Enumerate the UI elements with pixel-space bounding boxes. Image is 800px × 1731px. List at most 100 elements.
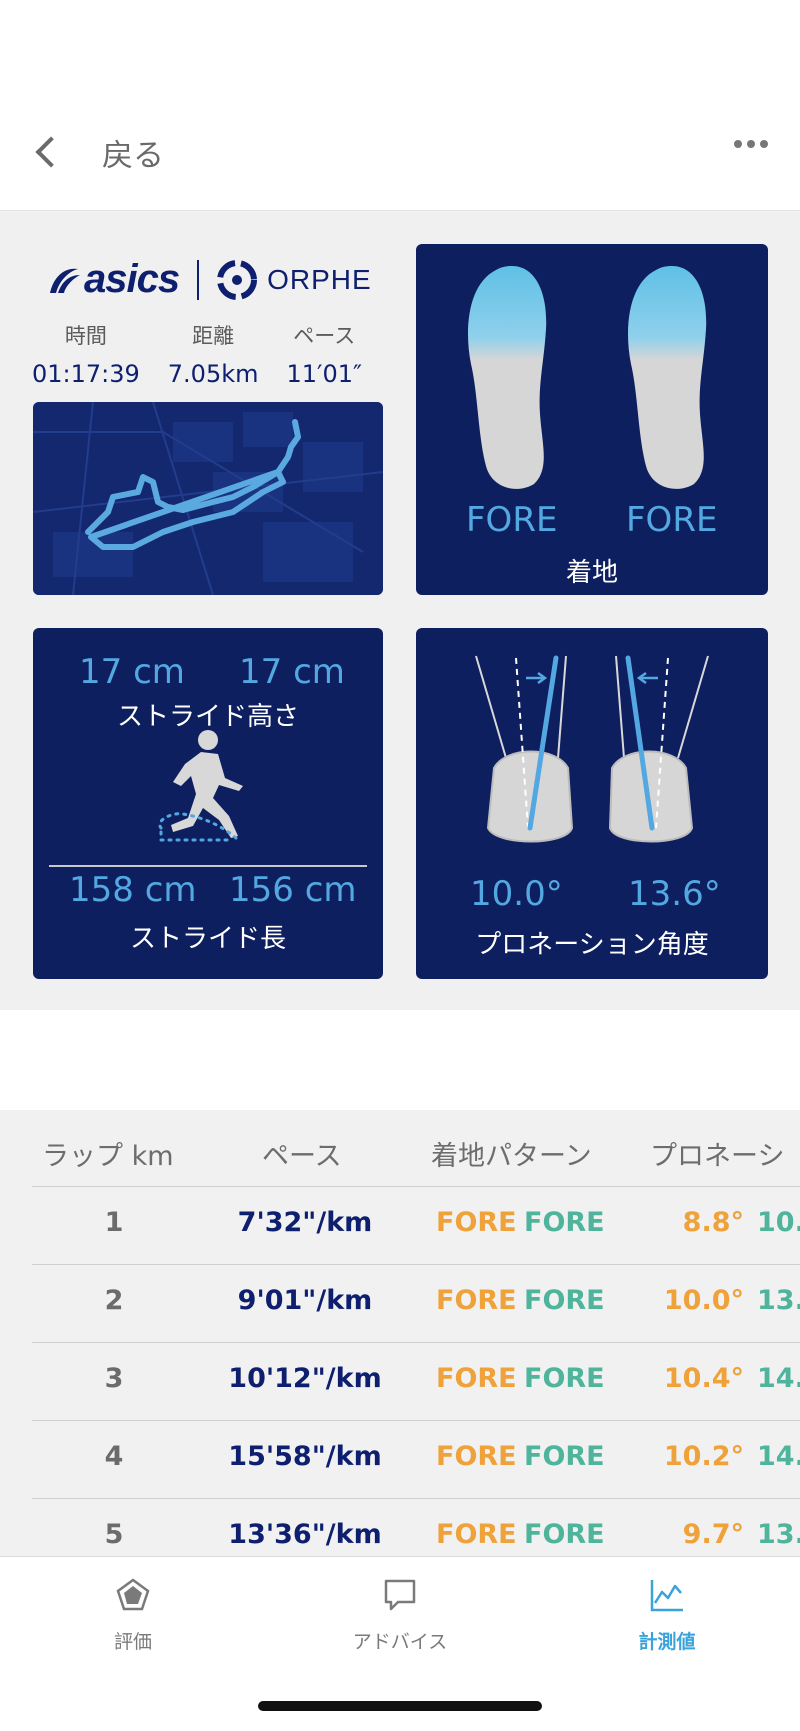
stride-height-left: 17 cm — [79, 652, 185, 692]
pentagon-chart-icon — [116, 1578, 150, 1611]
cell-pronation-left: 9.7° — [682, 1519, 744, 1550]
more-options-button[interactable] — [734, 140, 768, 148]
stat-label: ペース — [293, 324, 356, 348]
landing-card[interactable]: FORE FORE 着地 — [416, 244, 768, 595]
orphe-wordmark: ORPHE — [267, 263, 372, 295]
brand-divider — [197, 259, 200, 300]
col-header-pronation: プロネーシ — [650, 1141, 785, 1172]
cell-landing-right: FORE — [524, 1207, 605, 1238]
line-chart-icon — [650, 1580, 683, 1612]
footprint-graphic — [467, 266, 707, 489]
cell-pronation-left: 10.4° — [663, 1363, 744, 1394]
runner-icon — [158, 730, 243, 842]
chevron-left-icon — [35, 136, 67, 168]
stat-distance: 距離 7.05km — [168, 320, 259, 388]
cell-pronation-right: 13. — [757, 1519, 800, 1550]
cell-lap: 1 — [104, 1207, 124, 1238]
cell-landing-right: FORE — [524, 1519, 605, 1550]
pronation-card[interactable]: 10.0° 13.6° プロネーション角度 — [416, 628, 768, 979]
asics-wordmark: asics — [84, 257, 180, 301]
cell-landing-left: FORE — [436, 1441, 517, 1472]
stat-pace: ペース 11′01″ — [286, 320, 362, 388]
cell-pace: 15'58"/km — [228, 1441, 382, 1472]
cell-pace: 9'01"/km — [237, 1285, 373, 1316]
more-dot-icon — [747, 140, 755, 148]
left-footprint-icon — [467, 266, 547, 489]
cell-lap: 4 — [104, 1441, 124, 1472]
cell-pronation-left: 10.2° — [663, 1441, 744, 1472]
cell-landing-left: FORE — [436, 1363, 517, 1394]
route-map-graphic — [33, 402, 383, 595]
run-stats: 時間 01:17:39 距離 7.05km ペース 11′01″ — [32, 320, 362, 388]
back-label: 戻る — [102, 137, 164, 174]
landing-label: 着地 — [565, 558, 618, 588]
stat-value: 11′01″ — [286, 360, 362, 388]
cell-pronation-right: 13. — [757, 1285, 800, 1316]
tab-label: アドバイス — [352, 1631, 448, 1653]
tab-advice[interactable]: アドバイス — [300, 1577, 500, 1654]
stride-card[interactable]: 17 cm 17 cm ストライド高さ 158 cm 156 cm ストライド長 — [33, 628, 383, 979]
tab-evaluation[interactable]: 評価 — [33, 1577, 233, 1654]
table-header: ラップ km ペース 着地パターン プロネーシ — [0, 1110, 800, 1186]
cell-pronation-left: 10.0° — [663, 1285, 744, 1316]
cell-pronation-right: 14. — [757, 1441, 800, 1472]
pronation-graphic — [432, 655, 752, 875]
stride-length-label: ストライド長 — [129, 924, 286, 954]
speech-bubble-icon — [384, 1579, 416, 1611]
cell-landing-left: FORE — [436, 1207, 517, 1238]
landing-right-value: FORE — [626, 500, 718, 540]
cell-lap: 3 — [104, 1363, 124, 1394]
cell-landing-right: FORE — [524, 1285, 605, 1316]
asics-stripes-icon — [50, 268, 80, 293]
pronation-label: プロネーション角度 — [475, 930, 709, 960]
stat-time: 時間 01:17:39 — [32, 320, 140, 388]
cell-pronation-right: 14. — [757, 1363, 800, 1394]
lap-table[interactable]: ラップ km ペース 着地パターン プロネーシ 1 7'32"/km FORE … — [0, 1110, 800, 1556]
tab-label: 評価 — [113, 1631, 152, 1653]
top-nav-bar: 戻る — [0, 0, 800, 211]
col-header-pace: ペース — [262, 1141, 342, 1172]
pronation-left-value: 10.0° — [470, 874, 563, 914]
more-dot-icon — [734, 140, 742, 148]
stat-label: 距離 — [192, 324, 235, 348]
table-row: 2 9'01"/km FORE FORE 10.0° 13. — [0, 1265, 800, 1343]
cell-pronation-right: 10. — [757, 1207, 800, 1238]
cell-lap: 5 — [104, 1519, 124, 1550]
table-row: 4 15'58"/km FORE FORE 10.2° 14. — [0, 1421, 800, 1499]
stat-value: 7.05km — [167, 360, 259, 388]
tab-label: 計測値 — [638, 1631, 696, 1653]
col-header-landing: 着地パターン — [431, 1141, 592, 1172]
stride-length-left: 158 cm — [69, 870, 197, 910]
asics-logo: asics — [48, 257, 180, 302]
right-footprint-icon — [627, 266, 707, 489]
back-button[interactable]: 戻る — [28, 124, 164, 180]
stat-label: 時間 — [64, 324, 107, 348]
cell-landing-left: FORE — [436, 1285, 517, 1316]
cell-landing-right: FORE — [524, 1363, 605, 1394]
landing-left-value: FORE — [466, 500, 558, 540]
stride-height-right: 17 cm — [239, 652, 345, 692]
table-row: 3 10'12"/km FORE FORE 10.4° 14. — [0, 1343, 800, 1421]
table-row: 1 7'32"/km FORE FORE 8.8° 10. — [0, 1187, 800, 1265]
cell-landing-right: FORE — [524, 1441, 605, 1472]
orphe-logo-icon — [217, 259, 258, 300]
page: 戻る asics ORPHE 時間 01:17:39 距離 7.05km ペース… — [0, 0, 800, 1731]
stat-value: 01:17:39 — [32, 360, 140, 388]
cell-lap: 2 — [104, 1285, 124, 1316]
cell-pronation-left: 8.8° — [682, 1207, 744, 1238]
route-map[interactable] — [33, 402, 383, 595]
cell-pace: 13'36"/km — [228, 1519, 382, 1550]
brand-logos: asics ORPHE — [48, 257, 372, 302]
ground-line — [49, 865, 367, 867]
pronation-right-value: 13.6° — [628, 874, 721, 914]
cell-pace: 10'12"/km — [228, 1363, 382, 1394]
col-header-lap: ラップ km — [42, 1141, 174, 1172]
more-dot-icon — [760, 140, 768, 148]
cell-landing-left: FORE — [436, 1519, 517, 1550]
table-row: 5 13'36"/km FORE FORE 9.7° 13. — [0, 1499, 800, 1556]
run-summary: asics ORPHE 時間 01:17:39 距離 7.05km ペース 11… — [0, 212, 800, 1010]
cell-pace: 7'32"/km — [237, 1207, 373, 1238]
tab-measurements[interactable]: 計測値 — [567, 1577, 767, 1654]
home-indicator[interactable] — [258, 1701, 542, 1711]
stride-length-right: 156 cm — [229, 870, 357, 910]
